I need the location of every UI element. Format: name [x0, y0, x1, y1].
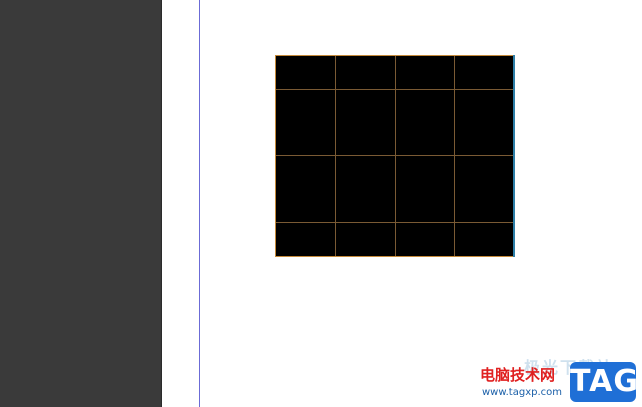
table-cell[interactable]	[335, 88, 396, 157]
table-cell[interactable]	[335, 222, 396, 256]
watermark-title: 电脑技术网	[480, 366, 556, 384]
table-cell[interactable]	[394, 88, 455, 157]
table-row	[276, 155, 514, 224]
table-cell[interactable]	[454, 88, 514, 157]
selected-table[interactable]	[275, 55, 515, 257]
table-cell[interactable]	[276, 222, 336, 256]
page-margin-guide-line	[199, 0, 200, 407]
table-row	[276, 88, 514, 157]
table-grid[interactable]	[276, 56, 514, 256]
left-side-panel	[0, 0, 162, 407]
watermark-url: www.tagxp.com	[482, 387, 562, 398]
table-cell[interactable]	[335, 56, 396, 90]
table-cell[interactable]	[454, 222, 514, 256]
watermark: 极光下载站 电脑技术网 www.tagxp.com TAG	[474, 352, 642, 407]
table-row	[276, 222, 514, 256]
document-canvas[interactable]	[162, 0, 642, 407]
table-cell[interactable]	[394, 56, 455, 90]
table-cell[interactable]	[276, 155, 336, 224]
table-cell[interactable]	[394, 155, 455, 224]
table-cell[interactable]	[276, 88, 336, 157]
table-row	[276, 56, 514, 90]
table-cell[interactable]	[276, 56, 336, 90]
watermark-tag-badge: TAG	[570, 362, 638, 402]
table-cell[interactable]	[454, 56, 514, 90]
table-cell[interactable]	[454, 155, 514, 224]
table-cell[interactable]	[335, 155, 396, 224]
table-cell[interactable]	[394, 222, 455, 256]
